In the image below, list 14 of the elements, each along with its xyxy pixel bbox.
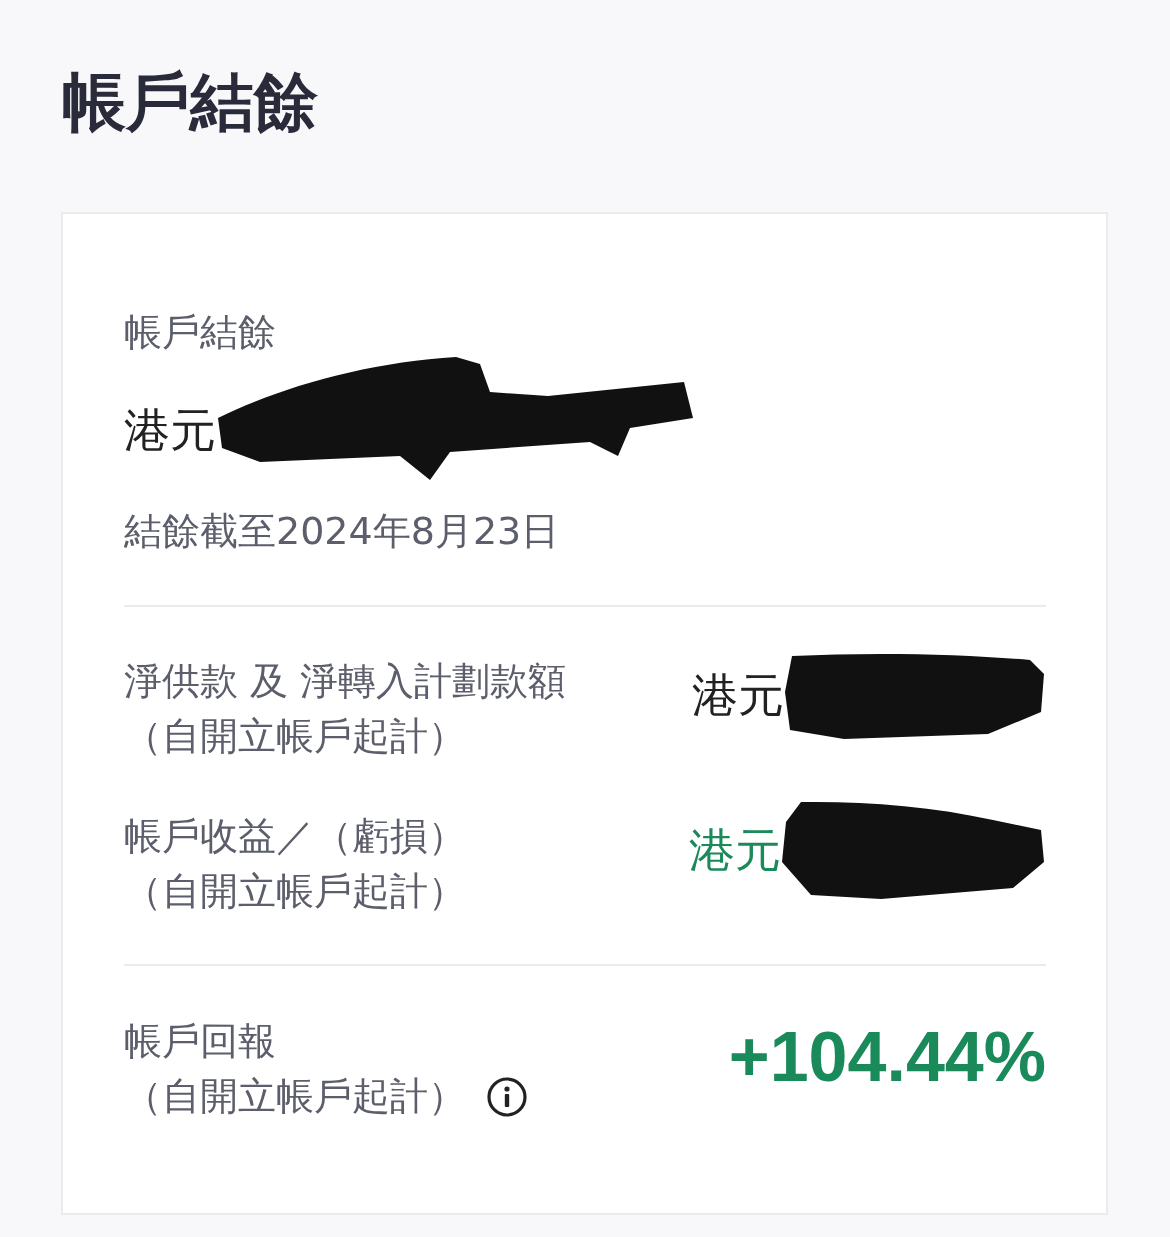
return-label: 帳戶回報	[124, 1018, 277, 1065]
row-label: 帳戶收益／（虧損）	[124, 813, 466, 860]
balance-currency: 港元	[124, 402, 216, 458]
row-note: （自開立帳戶起計）	[124, 713, 467, 760]
balance-label: 帳戶結餘	[124, 309, 277, 356]
info-icon[interactable]	[487, 1076, 527, 1117]
return-value: +104.44%	[728, 1017, 1046, 1097]
row-label: 淨供款 及 淨轉入計劃款額	[124, 658, 567, 705]
as-of-date: 結餘截至2024年8月23日	[124, 508, 561, 555]
amount-currency: 港元	[689, 822, 781, 878]
row-note: （自開立帳戶起計）	[124, 868, 466, 915]
amount-currency: 港元	[692, 667, 784, 723]
return-note: （自開立帳戶起計）	[124, 1073, 466, 1120]
page-title: 帳戶結餘	[62, 64, 319, 141]
